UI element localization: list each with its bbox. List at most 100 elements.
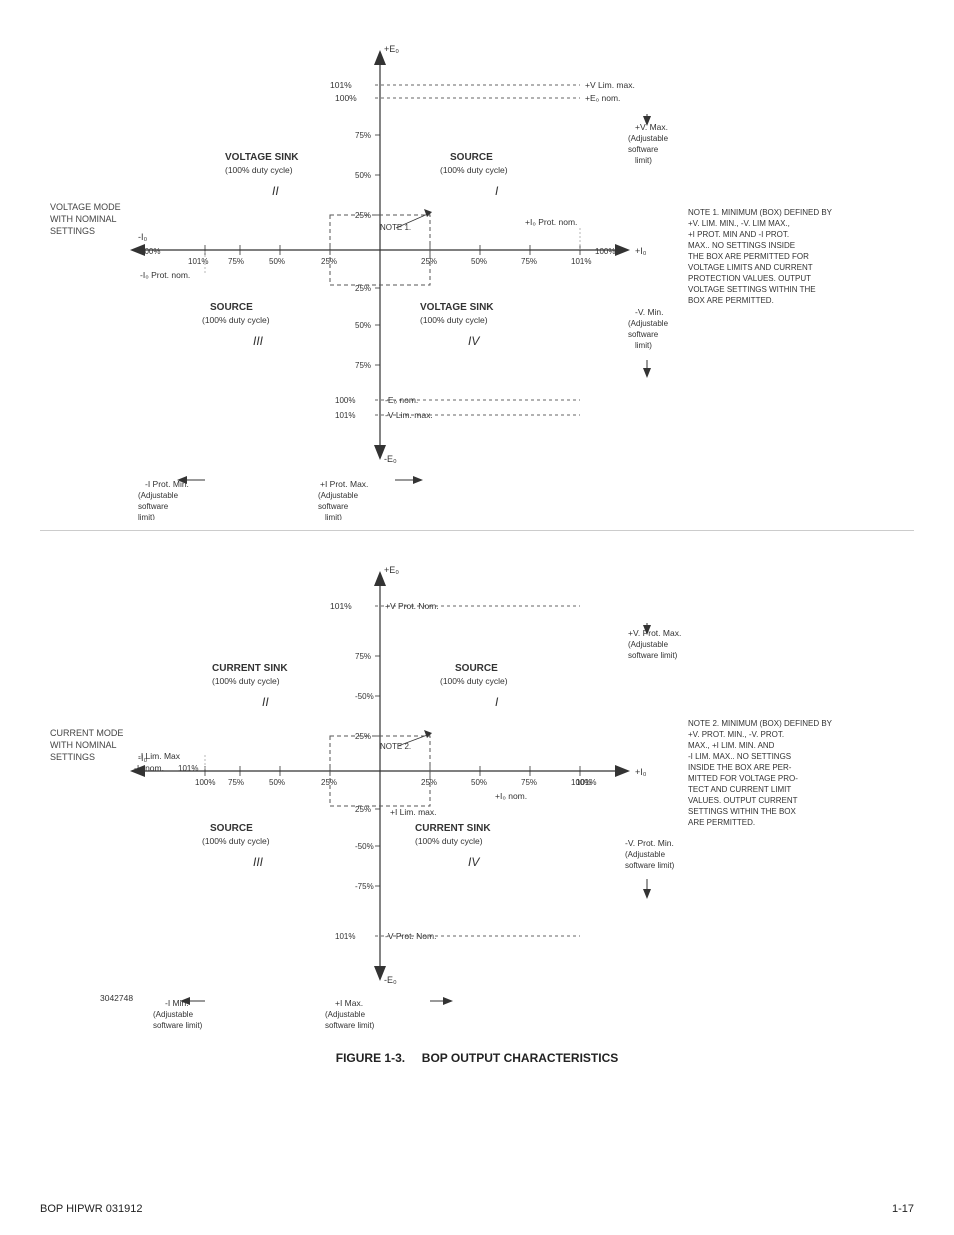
svg-text:VALUES. OUTPUT CURRENT: VALUES. OUTPUT CURRENT [688,796,798,805]
svg-text:+I PROT. MIN AND -I PROT.: +I PROT. MIN AND -I PROT. [688,230,789,239]
svg-text:-E₀: -E₀ [384,975,397,985]
footer-right: 1-17 [892,1203,914,1215]
svg-text:50%: 50% [471,257,487,266]
svg-text:software: software [138,502,169,511]
svg-text:-E₀: -E₀ [384,454,397,464]
svg-text:(Adjustable: (Adjustable [318,491,359,500]
svg-text:-50%: -50% [355,842,374,851]
svg-text:VOLTAGE SINK: VOLTAGE SINK [420,302,494,313]
svg-text:50%: 50% [269,257,285,266]
svg-text:+I₀: +I₀ [635,767,647,777]
svg-text:101%: 101% [188,257,208,266]
svg-text:limit): limit) [325,513,342,520]
svg-text:BOX ARE PERMITTED.: BOX ARE PERMITTED. [688,296,774,305]
page: VOLTAGE MODE WITH NOMINAL SETTINGS +E₀ 1… [0,0,954,1235]
svg-text:software limit): software limit) [628,651,678,660]
svg-text:SOURCE: SOURCE [455,663,498,674]
svg-text:software limit): software limit) [325,1021,375,1030]
svg-text:+I Prot. Max.: +I Prot. Max. [320,479,368,489]
svg-text:NOTE 1.: NOTE 1. [380,223,411,232]
svg-text:75%: 75% [228,778,244,787]
svg-text:CURRENT MODE: CURRENT MODE [50,728,123,738]
svg-text:III: III [253,855,264,869]
svg-text:SETTINGS WITHIN THE BOX: SETTINGS WITHIN THE BOX [688,807,797,816]
svg-text:+V Prot. Nom.: +V Prot. Nom. [385,601,439,611]
svg-text:100%: 100% [195,778,215,787]
svg-text:I: I [495,184,499,198]
svg-text:MAX.. NO SETTINGS INSIDE: MAX.. NO SETTINGS INSIDE [688,241,795,250]
svg-text:25%: 25% [421,778,437,787]
svg-text:-V. Prot. Min.: -V. Prot. Min. [625,838,674,848]
svg-text:WITH NOMINAL: WITH NOMINAL [50,740,117,750]
svg-text:SOURCE: SOURCE [210,302,253,313]
svg-text:75%: 75% [521,257,537,266]
svg-text:101%: 101% [178,764,198,773]
svg-text:+I Max.: +I Max. [335,998,363,1008]
footer-left: BOP HIPWR 031912 [40,1203,143,1215]
svg-text:-V Prot. Nom.: -V Prot. Nom. [385,931,436,941]
svg-text:INSIDE THE BOX ARE PER-: INSIDE THE BOX ARE PER- [688,763,792,772]
svg-text:+V. Prot. Max.: +V. Prot. Max. [628,628,681,638]
svg-text:WITH NOMINAL: WITH NOMINAL [50,214,117,224]
svg-text:100%: 100% [595,247,615,256]
svg-text:VOLTAGE SINK: VOLTAGE SINK [225,152,299,163]
svg-text:75%: 75% [355,652,371,661]
svg-text:50%: 50% [355,321,371,330]
svg-text:VOLTAGE MODE: VOLTAGE MODE [50,202,121,212]
svg-text:(100% duty cycle): (100% duty cycle) [440,676,508,686]
svg-text:25%: 25% [321,778,337,787]
svg-text:(100% duty cycle): (100% duty cycle) [202,836,270,846]
svg-text:(Adjustable: (Adjustable [325,1010,366,1019]
svg-text:PROTECTION VALUES. OUTPUT: PROTECTION VALUES. OUTPUT [688,274,811,283]
svg-text:SOURCE: SOURCE [450,152,493,163]
svg-text:(100% duty cycle): (100% duty cycle) [415,836,483,846]
divider [40,530,914,531]
svg-text:VOLTAGE SETTINGS WITHIN THE: VOLTAGE SETTINGS WITHIN THE [688,285,816,294]
svg-text:(100% duty cycle): (100% duty cycle) [212,676,280,686]
svg-text:+E₀ nom.: +E₀ nom. [585,93,620,103]
svg-text:(Adjustable: (Adjustable [628,640,669,649]
svg-text:75%: 75% [228,257,244,266]
svg-text:CURRENT SINK: CURRENT SINK [415,823,491,834]
svg-text:+I₀ Prot. nom.: +I₀ Prot. nom. [525,217,577,227]
svg-text:NOTE 2.: NOTE 2. [380,742,411,751]
svg-text:(Adjustable: (Adjustable [625,850,666,859]
bottom-diagram: CURRENT MODE WITH NOMINAL SETTINGS +E₀ 1… [40,551,914,1041]
svg-text:-I₀ nom.: -I₀ nom. [134,763,164,773]
svg-text:75%: 75% [521,778,537,787]
svg-text:SOURCE: SOURCE [210,823,253,834]
svg-text:25%: 25% [421,257,437,266]
svg-text:SETTINGS: SETTINGS [50,226,95,236]
svg-text:100%: 100% [335,93,357,103]
svg-text:software: software [628,330,659,339]
svg-text:-50%: -50% [355,692,374,701]
svg-text:101%: 101% [330,80,352,90]
svg-text:(100% duty cycle): (100% duty cycle) [202,315,270,325]
svg-text:II: II [272,184,279,198]
svg-text:3042748: 3042748 [100,993,133,1003]
svg-text:SETTINGS: SETTINGS [50,752,95,762]
svg-text:75%: 75% [355,131,371,140]
svg-text:101%: 101% [576,778,596,787]
svg-text:-75%: -75% [355,882,374,891]
svg-text:-V Lim. max.: -V Lim. max. [385,410,433,420]
svg-text:VOLTAGE LIMITS AND CURRENT: VOLTAGE LIMITS AND CURRENT [688,263,813,272]
svg-text:100%: 100% [140,247,160,256]
svg-text:50%: 50% [269,778,285,787]
svg-text:software limit): software limit) [153,1021,203,1030]
svg-text:100%: 100% [335,396,355,405]
svg-text:ARE PERMITTED.: ARE PERMITTED. [688,818,755,827]
svg-text:limit): limit) [138,513,155,520]
svg-text:-I₀: -I₀ [138,232,147,242]
svg-text:+V. LIM. MIN., -V. LIM MAX.,: +V. LIM. MIN., -V. LIM MAX., [688,219,790,228]
svg-text:IV: IV [468,855,480,869]
svg-text:-I Lim. Max: -I Lim. Max [138,751,181,761]
svg-text:limit): limit) [635,341,652,350]
svg-text:limit): limit) [635,156,652,165]
svg-text:+V. PROT. MIN., -V. PROT.: +V. PROT. MIN., -V. PROT. [688,730,784,739]
top-diagram: VOLTAGE MODE WITH NOMINAL SETTINGS +E₀ 1… [40,30,914,520]
svg-text:75%: 75% [355,361,371,370]
svg-text:+E₀: +E₀ [384,44,399,54]
svg-text:+V. Max.: +V. Max. [635,122,668,132]
svg-text:I: I [495,695,499,709]
